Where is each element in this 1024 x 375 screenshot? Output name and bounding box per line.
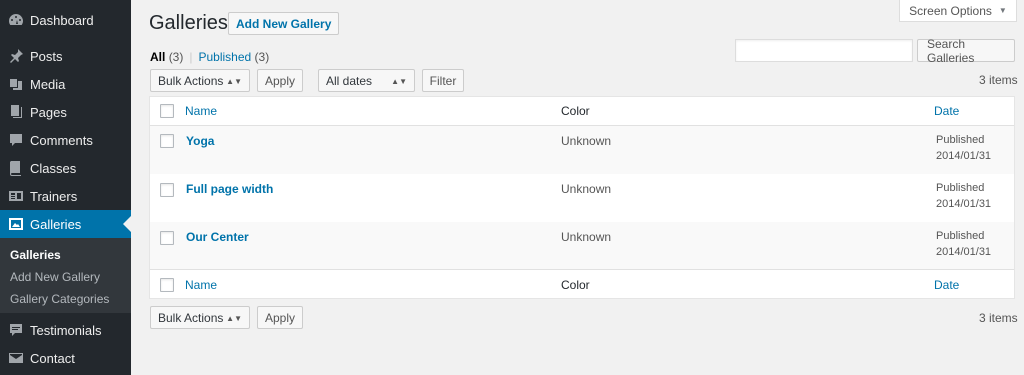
gallery-icon bbox=[8, 216, 24, 232]
bulk-actions-select-top[interactable]: Bulk Actions ▲▼ bbox=[150, 69, 250, 92]
row-date: Published 2014/01/31 bbox=[936, 132, 991, 164]
bulk-actions-value: Bulk Actions bbox=[158, 73, 224, 88]
triangle-down-icon: ▼ bbox=[998, 6, 1007, 15]
page-title: Galleries bbox=[149, 12, 228, 34]
column-date-footer[interactable]: Date bbox=[934, 278, 959, 292]
screen-options-button[interactable]: Screen Options ▼ bbox=[899, 0, 1017, 22]
row-color: Unknown bbox=[561, 134, 612, 148]
sidebar-item-comments[interactable]: Comments bbox=[0, 126, 131, 154]
mail-icon bbox=[8, 350, 24, 366]
row-date: Published 2014/01/31 bbox=[936, 228, 991, 260]
column-date-header[interactable]: Date bbox=[934, 104, 959, 118]
table-footer-row: Name Color Date bbox=[150, 270, 1014, 298]
sidebar-item-classes[interactable]: Classes bbox=[0, 154, 131, 182]
sidebar-item-dashboard[interactable]: Dashboard bbox=[0, 6, 131, 34]
items-count-bottom: 3 items bbox=[979, 311, 1018, 325]
date-filter-select[interactable]: All dates ▲▼ bbox=[318, 69, 415, 92]
row-date-value: 2014/01/31 bbox=[936, 150, 992, 162]
view-all-label: All bbox=[150, 50, 166, 64]
testimonial-icon bbox=[8, 322, 24, 338]
sidebar-item-label: Trainers bbox=[30, 188, 78, 204]
select-all-checkbox[interactable] bbox=[160, 104, 174, 118]
select-caret-icon: ▲▼ bbox=[226, 314, 242, 323]
row-date: Published 2014/01/31 bbox=[936, 180, 991, 212]
table-row: Full page width Unknown Published 2014/01… bbox=[150, 174, 1014, 222]
sidebar-item-label: Contact bbox=[30, 350, 75, 366]
date-filter-value: All dates bbox=[326, 73, 373, 88]
row-checkbox[interactable] bbox=[160, 134, 174, 148]
row-date-status: Published bbox=[936, 134, 985, 146]
sidebar-item-media[interactable]: Media bbox=[0, 70, 131, 98]
add-new-gallery-button[interactable]: Add New Gallery bbox=[228, 12, 340, 35]
submenu-item-galleries[interactable]: Galleries bbox=[10, 248, 61, 262]
apply-button-bottom[interactable]: Apply bbox=[257, 306, 303, 329]
view-all-count: (3) bbox=[168, 50, 184, 64]
pin-icon bbox=[8, 48, 24, 64]
select-caret-icon: ▲▼ bbox=[391, 77, 407, 86]
view-all-link[interactable]: All (3) bbox=[150, 50, 183, 64]
items-count-top: 3 items bbox=[979, 73, 1018, 87]
bulk-actions-select-bottom[interactable]: Bulk Actions ▲▼ bbox=[150, 306, 250, 329]
row-title-link[interactable]: Yoga bbox=[186, 134, 214, 148]
galleries-submenu: Galleries Add New Gallery Gallery Catego… bbox=[0, 238, 131, 313]
sidebar-item-label: Classes bbox=[30, 160, 77, 176]
row-date-value: 2014/01/31 bbox=[936, 198, 992, 210]
view-separator: | bbox=[189, 50, 193, 64]
search-input[interactable] bbox=[735, 39, 913, 62]
row-date-status: Published bbox=[936, 230, 985, 242]
sidebar-item-label: Comments bbox=[30, 132, 93, 148]
row-title-link[interactable]: Our Center bbox=[186, 230, 249, 244]
id-card-icon bbox=[8, 188, 24, 204]
view-filters: All (3) | Published (3) bbox=[150, 50, 269, 64]
dashboard-icon bbox=[8, 12, 24, 28]
sidebar-item-contact[interactable]: Contact bbox=[0, 344, 131, 372]
sidebar-item-pages[interactable]: Pages bbox=[0, 98, 131, 126]
row-title-link[interactable]: Full page width bbox=[186, 182, 273, 196]
row-color: Unknown bbox=[561, 230, 612, 244]
table-header-row: Name Color Date bbox=[150, 97, 1014, 125]
sidebar-item-label: Pages bbox=[30, 104, 67, 120]
media-icon bbox=[8, 76, 24, 92]
view-published-count: (3) bbox=[254, 50, 270, 64]
row-checkbox[interactable] bbox=[160, 231, 174, 245]
galleries-table: Name Color Date Yoga Unknown Published 20… bbox=[149, 96, 1015, 299]
submenu-item-add-new-gallery[interactable]: Add New Gallery bbox=[10, 270, 100, 284]
select-caret-icon: ▲▼ bbox=[226, 77, 242, 86]
sidebar-item-galleries[interactable]: Galleries bbox=[0, 210, 131, 238]
sidebar-item-label: Posts bbox=[30, 48, 63, 64]
sidebar-item-posts[interactable]: Posts bbox=[0, 42, 131, 70]
sidebar-item-label: Dashboard bbox=[30, 12, 94, 28]
table-row: Our Center Unknown Published 2014/01/31 bbox=[150, 222, 1014, 270]
filter-button[interactable]: Filter bbox=[422, 69, 464, 92]
column-name-footer[interactable]: Name bbox=[185, 278, 217, 292]
sidebar-item-label: Testimonials bbox=[30, 322, 102, 338]
column-name-header[interactable]: Name bbox=[185, 104, 217, 118]
column-color-footer: Color bbox=[561, 278, 590, 292]
apply-button-top[interactable]: Apply bbox=[257, 69, 303, 92]
sidebar-item-label: Galleries bbox=[30, 216, 82, 232]
row-date-value: 2014/01/31 bbox=[936, 246, 992, 258]
book-icon bbox=[8, 160, 24, 176]
admin-sidebar: Dashboard Posts Media Pages Comments Cla… bbox=[0, 0, 131, 375]
select-all-checkbox-footer[interactable] bbox=[160, 278, 174, 292]
view-published-label: Published bbox=[198, 50, 252, 64]
submenu-item-gallery-categories[interactable]: Gallery Categories bbox=[10, 292, 109, 306]
sidebar-item-label: Media bbox=[30, 76, 66, 92]
view-published-link[interactable]: Published (3) bbox=[198, 50, 269, 64]
row-date-status: Published bbox=[936, 182, 985, 194]
row-color: Unknown bbox=[561, 182, 612, 196]
sidebar-item-trainers[interactable]: Trainers bbox=[0, 182, 131, 210]
bulk-actions-value: Bulk Actions bbox=[158, 310, 224, 325]
search-galleries-button[interactable]: Search Galleries bbox=[917, 37, 1015, 65]
comment-icon bbox=[8, 132, 24, 148]
table-row: Yoga Unknown Published 2014/01/31 bbox=[150, 126, 1014, 174]
sidebar-item-testimonials[interactable]: Testimonials bbox=[0, 316, 131, 344]
column-color-header: Color bbox=[561, 104, 590, 118]
row-checkbox[interactable] bbox=[160, 183, 174, 197]
screen-options-label: Screen Options bbox=[909, 3, 992, 18]
pages-icon bbox=[8, 104, 24, 120]
